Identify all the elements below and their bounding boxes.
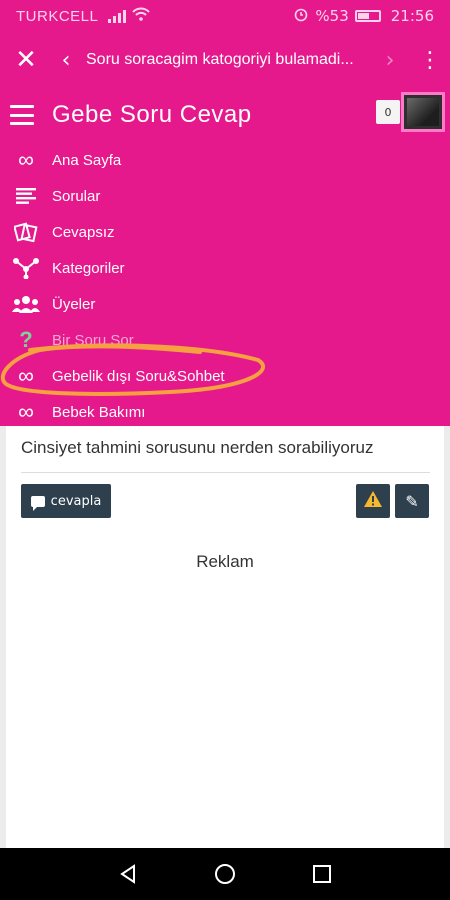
wifi-icon (132, 7, 151, 25)
back-triangle-icon[interactable] (113, 859, 143, 889)
answer-button[interactable]: cevapla (21, 484, 111, 518)
menu-item-label: Cevapsız (52, 223, 115, 241)
menu-item-ana-sayfa[interactable]: ∞ Ana Sayfa (0, 142, 450, 178)
clock: 21:56 (390, 7, 434, 25)
cards-icon (0, 221, 52, 243)
menu-item-uyeler[interactable]: Üyeler (0, 286, 450, 322)
report-button[interactable] (356, 484, 390, 518)
carrier-name: TURKCELL (16, 7, 99, 25)
menu-item-cevapsiz[interactable]: Cevapsız (0, 214, 450, 250)
recents-square-icon[interactable] (307, 859, 337, 889)
close-icon[interactable]: ✕ (0, 45, 52, 75)
infinity-icon: ∞ (18, 399, 34, 424)
menu-item-label: Ana Sayfa (52, 151, 122, 169)
system-nav-bar (0, 848, 450, 900)
comment-icon (30, 495, 45, 511)
back-icon[interactable]: ‹ (52, 48, 80, 73)
pencil-icon: ✎ (405, 491, 419, 511)
list-icon (0, 187, 52, 205)
alarm-icon (293, 6, 309, 26)
question-title[interactable]: Cinsiyet tahmini sorusunu nerden sorabil… (21, 438, 373, 458)
menu-item-sorular[interactable]: Sorular (0, 178, 450, 214)
status-bar: TURKCELL %53 21:56 (0, 0, 450, 32)
divider (21, 472, 430, 473)
notification-badge[interactable]: 0 (376, 100, 400, 124)
menu-item-bir-soru-sor[interactable]: ? Bir Soru Sor (0, 322, 450, 358)
more-options-icon[interactable]: ⋮ (410, 48, 450, 73)
menu-icon[interactable] (10, 105, 34, 125)
forward-icon[interactable]: › (370, 48, 410, 73)
signal-icon (108, 9, 127, 23)
drawer-menu: ∞ Ana Sayfa Sorular Cevapsız Kategoriler (0, 142, 450, 430)
answer-button-label: cevapla (50, 493, 102, 509)
app-bar: ✕ ‹ Soru soracagim katogoriyi bulamadi..… (0, 32, 450, 88)
page-title: Soru soracagim katogoriyi bulamadi... (86, 51, 354, 68)
edit-button[interactable]: ✎ (395, 484, 429, 518)
menu-item-label: Gebelik dışı Soru&Sohbet (52, 367, 225, 385)
menu-item-label: Bir Soru Sor (52, 331, 134, 349)
battery-icon (354, 10, 381, 22)
infinity-icon: ∞ (18, 363, 34, 388)
menu-item-gebelik-disi[interactable]: ∞ Gebelik dışı Soru&Sohbet (0, 358, 450, 394)
site-brand[interactable]: Gebe Soru Cevap (52, 101, 252, 129)
question-icon: ? (19, 327, 33, 352)
share-tree-icon (0, 257, 52, 279)
avatar[interactable] (401, 92, 445, 132)
menu-item-label: Bebek Bakımı (52, 403, 146, 421)
menu-item-kategoriler[interactable]: Kategoriler (0, 250, 450, 286)
menu-item-label: Üyeler (52, 295, 96, 313)
ad-label: Reklam (196, 552, 254, 571)
menu-item-label: Sorular (52, 187, 101, 205)
menu-item-label: Kategoriler (52, 259, 125, 277)
nav-drawer: Gebe Soru Cevap 0 ∞ Ana Sayfa Sorular Ce… (0, 88, 450, 426)
question-card: Cinsiyet tahmini sorusunu nerden sorabil… (6, 426, 444, 848)
menu-item-bebek-bakimi[interactable]: ∞ Bebek Bakımı (0, 394, 450, 430)
battery-percent: %53 (315, 7, 349, 25)
users-icon (0, 294, 52, 314)
warning-icon (363, 490, 383, 512)
infinity-icon: ∞ (18, 147, 34, 172)
home-circle-icon[interactable] (210, 859, 240, 889)
